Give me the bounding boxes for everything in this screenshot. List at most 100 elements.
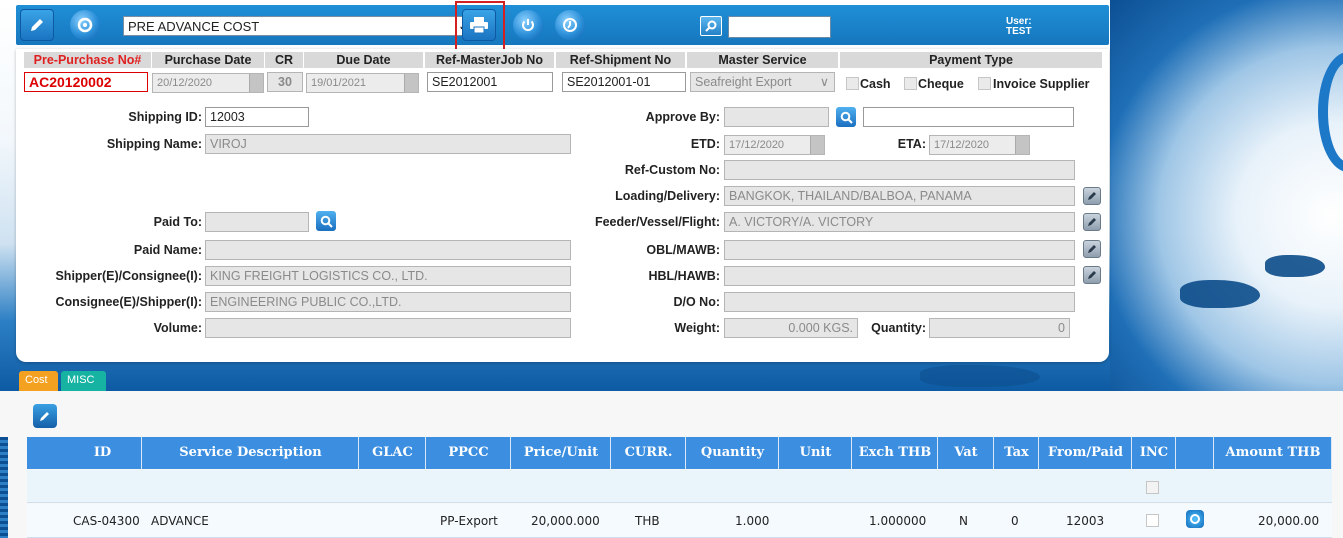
due-date-picker[interactable] bbox=[404, 74, 418, 92]
row-ppcc: PP-Export bbox=[440, 514, 498, 528]
consignee-field[interactable]: ENGINEERING PUBLIC CO.,LTD. bbox=[205, 292, 571, 312]
row-detail-button[interactable] bbox=[1186, 510, 1204, 528]
feeder-label: Feeder/Vessel/Flight: bbox=[594, 215, 720, 229]
hbl-edit-button[interactable] bbox=[1083, 266, 1101, 284]
refresh-icon bbox=[77, 17, 93, 33]
ref-custom-no-label: Ref-Custom No: bbox=[624, 163, 720, 177]
etd-label: ETD: bbox=[690, 137, 720, 151]
etd-date-picker[interactable] bbox=[810, 136, 824, 154]
row-vat: N bbox=[959, 514, 968, 528]
volume-field[interactable] bbox=[205, 318, 571, 338]
row-quantity: 1.000 bbox=[735, 514, 770, 528]
eta-date-picker[interactable] bbox=[1015, 136, 1029, 154]
ref-custom-no-field[interactable] bbox=[724, 160, 1075, 180]
tab-misc[interactable]: MISC bbox=[61, 371, 106, 391]
shipper-label: Shipper(E)/Consignee(I): bbox=[55, 269, 202, 283]
row-curr: THB bbox=[635, 514, 660, 528]
inc-filter-checkbox[interactable] bbox=[1146, 481, 1159, 494]
invoice-supplier-label: Invoice Supplier bbox=[993, 77, 1090, 91]
invoice-supplier-checkbox[interactable] bbox=[978, 77, 991, 90]
col-price-unit[interactable]: Price/Unit bbox=[512, 437, 611, 469]
col-tax[interactable]: Tax bbox=[995, 437, 1039, 469]
purchase-date-picker[interactable] bbox=[249, 74, 263, 92]
obl-edit-button[interactable] bbox=[1083, 240, 1101, 258]
approve-by-name-field[interactable] bbox=[863, 107, 1074, 127]
feeder-field[interactable]: A. VICTORY/A. VICTORY bbox=[724, 212, 1075, 232]
history-button[interactable] bbox=[555, 10, 585, 40]
ref-shipment-field[interactable]: SE2012001-01 bbox=[562, 72, 686, 92]
cr-field[interactable]: 30 bbox=[267, 72, 303, 92]
approve-by-search-button[interactable] bbox=[836, 107, 856, 127]
hbl-field[interactable] bbox=[724, 266, 1075, 286]
paid-to-search-button[interactable] bbox=[316, 211, 336, 231]
quantity-field[interactable]: 0 bbox=[929, 318, 1070, 338]
tab-cost[interactable]: Cost bbox=[19, 371, 58, 391]
shipping-name-field[interactable]: VIROJ bbox=[205, 134, 571, 154]
col-from-paid[interactable]: From/Paid bbox=[1040, 437, 1132, 469]
loading-delivery-label: Loading/Delivery: bbox=[615, 189, 720, 203]
col-service-description[interactable]: Service Description bbox=[143, 437, 359, 469]
map-landmass bbox=[920, 365, 1040, 387]
col-inc[interactable]: INC bbox=[1133, 437, 1176, 469]
shipper-field[interactable]: KING FREIGHT LOGISTICS CO., LTD. bbox=[205, 266, 571, 286]
purchase-date-field[interactable]: 20/12/2020 bbox=[152, 73, 264, 93]
toolbar-search-input[interactable] bbox=[728, 16, 831, 38]
paid-to-field[interactable] bbox=[205, 212, 309, 232]
chevron-down-icon: ∨ bbox=[819, 75, 829, 89]
col-exch-thb[interactable]: Exch THB bbox=[853, 437, 938, 469]
paid-name-field[interactable] bbox=[205, 240, 571, 260]
purchase-date-header: Purchase Date bbox=[152, 52, 264, 68]
row-price-unit: 20,000.000 bbox=[531, 514, 600, 528]
col-amount-thb[interactable]: Amount THB bbox=[1215, 437, 1332, 469]
pre-purchase-no-field[interactable]: AC20120002 bbox=[24, 72, 148, 92]
do-no-label: D/O No: bbox=[673, 295, 720, 309]
shipping-id-label: Shipping ID: bbox=[128, 110, 202, 124]
col-ppcc[interactable]: PPCC bbox=[427, 437, 511, 469]
obl-field[interactable] bbox=[724, 240, 1075, 260]
table-row[interactable] bbox=[27, 504, 1332, 538]
power-button[interactable] bbox=[513, 10, 543, 40]
cash-label: Cash bbox=[860, 77, 891, 91]
paid-name-label: Paid Name: bbox=[133, 243, 202, 257]
row-amount-thb: 20,000.00 bbox=[1258, 514, 1320, 528]
cheque-checkbox[interactable] bbox=[904, 77, 917, 90]
document-type-select[interactable]: PRE ADVANCE COST ✓ bbox=[123, 16, 473, 36]
loading-delivery-edit-button[interactable] bbox=[1083, 187, 1101, 205]
col-vat[interactable]: Vat bbox=[939, 437, 994, 469]
shipping-id-field[interactable]: 12003 bbox=[205, 107, 309, 127]
row-tax: 0 bbox=[1011, 514, 1019, 528]
do-no-field[interactable] bbox=[724, 292, 1075, 312]
refresh-button[interactable] bbox=[70, 10, 100, 40]
consignee-label: Consignee(E)/Shipper(I): bbox=[55, 295, 202, 309]
col-glac[interactable]: GLAC bbox=[360, 437, 426, 469]
power-icon bbox=[522, 19, 534, 31]
pencil-icon bbox=[31, 19, 43, 31]
row-inc-checkbox[interactable] bbox=[1146, 514, 1159, 527]
cash-checkbox[interactable] bbox=[846, 77, 859, 90]
col-quantity[interactable]: Quantity bbox=[687, 437, 779, 469]
master-service-select[interactable]: Seafreight Export ∨ bbox=[690, 72, 835, 92]
search-button[interactable] bbox=[700, 16, 722, 36]
edit-icon bbox=[1088, 271, 1096, 279]
weight-field[interactable]: 0.000 KGS. bbox=[724, 318, 858, 338]
col-id[interactable]: ID bbox=[64, 437, 142, 469]
row-from-paid: 12003 bbox=[1066, 514, 1105, 528]
search-icon bbox=[320, 215, 333, 228]
edit-button[interactable] bbox=[20, 9, 54, 41]
col-action bbox=[1177, 437, 1214, 469]
loading-delivery-field[interactable]: BANGKOK, THAILAND/BALBOA, PANAMA bbox=[724, 186, 1075, 206]
due-date-field[interactable]: 19/01/2021 bbox=[306, 73, 419, 93]
edit-icon bbox=[1088, 218, 1096, 226]
col-curr[interactable]: CURR. bbox=[612, 437, 686, 469]
print-button-highlight bbox=[455, 1, 505, 51]
payment-type-header: Payment Type bbox=[840, 52, 1102, 68]
ref-masterjob-field[interactable]: SE2012001 bbox=[427, 72, 553, 92]
hbl-label: HBL/HAWB: bbox=[648, 269, 720, 283]
edit-rows-button[interactable] bbox=[33, 404, 57, 428]
approve-by-field[interactable] bbox=[724, 107, 829, 127]
edit-icon bbox=[1088, 192, 1096, 200]
feeder-edit-button[interactable] bbox=[1083, 213, 1101, 231]
map-landmass bbox=[1180, 280, 1260, 308]
ref-masterjob-header: Ref-MasterJob No bbox=[425, 52, 554, 68]
col-unit[interactable]: Unit bbox=[780, 437, 852, 469]
